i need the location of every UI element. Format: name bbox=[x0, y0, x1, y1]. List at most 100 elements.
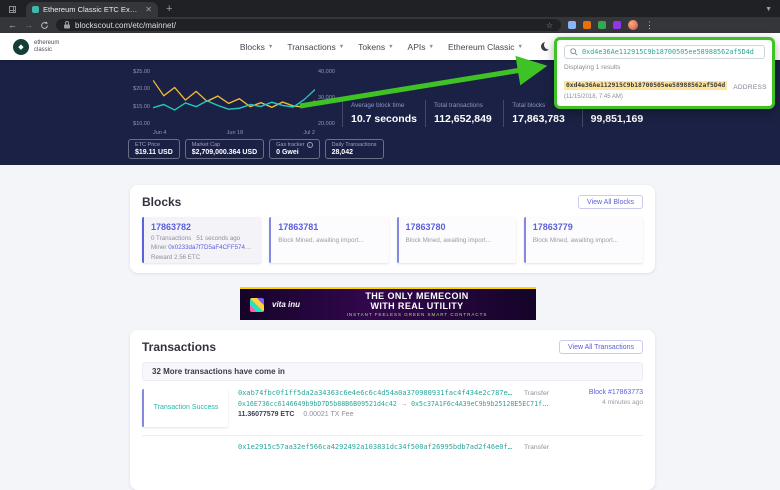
url-text: blockscout.com/etc/mainnet/ bbox=[75, 21, 176, 30]
transaction-row[interactable]: Transaction Success 0xab74fbc0f1ff5da2a3… bbox=[142, 389, 643, 427]
browser-toolbar: ← → blockscout.com/etc/mainnet/ ☆ ⋮ bbox=[0, 17, 780, 33]
dark-mode-moon-icon[interactable] bbox=[541, 42, 550, 51]
box-label-text: Gas tracker bbox=[276, 142, 304, 148]
result-address-hash[interactable]: 0xd4e36Ae112915C9b18700505ee58988562af5D… bbox=[564, 81, 727, 90]
block-tile-newest[interactable]: 17863782 0 Transactions 51 seconds ago M… bbox=[142, 217, 261, 263]
transaction-age: 4 minutes ago bbox=[602, 399, 643, 406]
brand-text[interactable]: ethereum classic bbox=[34, 40, 59, 54]
box-label: Gas tracker i bbox=[276, 142, 312, 148]
miner-label: Miner bbox=[151, 244, 166, 251]
blocks-card: Blocks View All Blocks 17863782 0 Transa… bbox=[130, 185, 655, 273]
brand-line1: ethereum bbox=[34, 40, 59, 46]
nav-label: Tokens bbox=[358, 42, 385, 52]
block-number-link[interactable]: 17863781 bbox=[278, 222, 381, 232]
block-tile[interactable]: 17863780 Block Mined, awaiting import... bbox=[397, 217, 516, 263]
transaction-details: 0xab74fbc0f1ff5da2a34363c6e4e6c6c4d54a0a… bbox=[238, 389, 549, 427]
nav-item-tokens[interactable]: Tokens ▼ bbox=[358, 42, 393, 52]
transactions-card-header: Transactions View All Transactions bbox=[142, 340, 643, 354]
box-daily-transactions: Daily Transactions 28,042 bbox=[325, 139, 384, 159]
result-type-badge: ADDRESS bbox=[733, 84, 767, 91]
block-age: 51 seconds ago bbox=[196, 235, 240, 242]
nav-item-network-selector[interactable]: Ethereum Classic ▼ bbox=[448, 42, 523, 52]
bookmark-star-icon[interactable]: ☆ bbox=[546, 21, 553, 30]
site-favicon bbox=[32, 6, 39, 13]
from-address-link[interactable]: 0x16E736cc6146649b9bD7D5b88B6B09521d4c42 bbox=[238, 400, 397, 408]
search-dropdown-panel: Displaying 1 results 0xd4e36Ae112915C9b1… bbox=[554, 37, 775, 109]
box-label: ETC Price bbox=[135, 142, 173, 148]
ad-text: THE ONLY MEMECOIN WITH REAL UTILITY INST… bbox=[308, 292, 526, 318]
axis-tick: Jul 2 bbox=[303, 130, 315, 138]
nav-item-transactions[interactable]: Transactions ▼ bbox=[287, 42, 344, 52]
stat-total-transactions: Total transactions 112,652,849 bbox=[425, 100, 503, 127]
transaction-addresses: 0x16E736cc6146649b9bD7D5b88B6B09521d4c42… bbox=[238, 400, 549, 408]
extension-icon[interactable] bbox=[598, 21, 606, 29]
chevron-down-icon: ▼ bbox=[388, 44, 393, 50]
miner-address-link[interactable]: 0x0233da7f7D5aF4CFF574C507bb... bbox=[168, 244, 254, 251]
tab-title: Ethereum Classic ETC Explorer bbox=[43, 5, 141, 14]
workspace-grid-icon[interactable] bbox=[9, 6, 16, 13]
back-icon[interactable]: ← bbox=[8, 21, 17, 30]
block-status: Block Mined, awaiting import... bbox=[278, 237, 381, 246]
box-label: Market Cap bbox=[192, 142, 257, 148]
stat-value: 99,851,169 bbox=[591, 113, 652, 125]
block-tile[interactable]: 17863779 Block Mined, awaiting import... bbox=[524, 217, 643, 263]
block-tile[interactable]: 17863781 Block Mined, awaiting import... bbox=[269, 217, 388, 263]
ethereum-classic-logo[interactable]: ◆ bbox=[13, 39, 29, 55]
transaction-hash-link[interactable]: 0xab74fbc0f1ff5da2a34363c6e4e6c6c4d54a0a… bbox=[238, 389, 516, 397]
extension-icon[interactable] bbox=[583, 21, 591, 29]
block-meta: 0 Transactions 51 seconds ago bbox=[151, 235, 254, 242]
transaction-amount-line: 11.36077579 ETC 0.00021 TX Fee bbox=[238, 411, 549, 418]
search-result-item[interactable]: 0xd4e36Ae112915C9b18700505ee58988562af5D… bbox=[564, 74, 765, 100]
blocks-card-header: Blocks View All Blocks bbox=[142, 195, 643, 209]
search-input-row bbox=[564, 45, 765, 59]
box-value: $2,709,000.364 USD bbox=[192, 149, 257, 156]
stat-value: 112,652,849 bbox=[434, 113, 495, 125]
ad-tagline: INSTANT FEELESS GREEN SMART CONTRACTS bbox=[308, 312, 526, 317]
browser-menu-icon[interactable]: ⋮ bbox=[645, 20, 654, 31]
browser-tab[interactable]: Ethereum Classic ETC Explorer ✕ bbox=[26, 2, 158, 17]
search-input[interactable] bbox=[582, 48, 759, 56]
block-number-link[interactable]: 17863779 bbox=[533, 222, 636, 232]
to-address-link[interactable]: 0x5c37A1F6c4A39eC9b9b25128E5EC71f913581d bbox=[411, 400, 549, 408]
price-transactions-line-chart bbox=[153, 68, 315, 128]
reload-icon[interactable] bbox=[40, 21, 49, 30]
address-bar[interactable]: blockscout.com/etc/mainnet/ ☆ bbox=[56, 19, 561, 31]
nav-item-blocks[interactable]: Blocks ▼ bbox=[240, 42, 274, 52]
browser-tabstrip: Ethereum Classic ETC Explorer ✕ + ▼ bbox=[0, 0, 780, 17]
transaction-block-info: Block #17863773 4 minutes ago bbox=[559, 389, 643, 427]
axis-tick: 20,000 bbox=[318, 121, 335, 127]
forward-icon[interactable]: → bbox=[24, 21, 33, 30]
ad-banner[interactable]: vita inu THE ONLY MEMECOIN WITH REAL UTI… bbox=[240, 287, 536, 320]
browser-profile-avatar[interactable] bbox=[628, 20, 638, 30]
transaction-status-badge: Transaction Success bbox=[142, 389, 228, 427]
chart-left-axis: $25.00 $20.00 $15.00 $10.00 bbox=[126, 68, 153, 128]
search-icon bbox=[570, 48, 578, 56]
ad-headline2: WITH REAL UTILITY bbox=[308, 302, 526, 312]
tab-close-icon[interactable]: ✕ bbox=[145, 5, 152, 14]
block-number-link[interactable]: 17863780 bbox=[406, 222, 509, 232]
tab-search-chevron-icon[interactable]: ▼ bbox=[765, 6, 780, 17]
extension-icon[interactable] bbox=[568, 21, 576, 29]
transactions-title: Transactions bbox=[142, 340, 216, 354]
transaction-fee: 0.00021 TX Fee bbox=[303, 411, 353, 418]
box-market-cap: Market Cap $2,709,000.364 USD bbox=[185, 139, 264, 159]
new-tab-button[interactable]: + bbox=[158, 2, 180, 17]
brand-line2: classic bbox=[34, 47, 52, 53]
puzzle-extensions-icon[interactable] bbox=[613, 21, 621, 29]
stat-value: 17,863,783 bbox=[512, 113, 573, 125]
new-transactions-notification[interactable]: 32 More transactions have come in bbox=[142, 362, 643, 381]
view-all-transactions-button[interactable]: View All Transactions bbox=[559, 340, 643, 354]
axis-tick: $15.00 bbox=[133, 104, 150, 110]
main-nav: Blocks ▼ Transactions ▼ Tokens ▼ APIs ▼ … bbox=[240, 42, 550, 52]
stat-value: 10.7 seconds bbox=[351, 113, 417, 125]
nav-item-apis[interactable]: APIs ▼ bbox=[408, 42, 434, 52]
arrow-right-icon: → bbox=[399, 401, 410, 408]
block-number-link[interactable]: 17863782 bbox=[151, 222, 254, 232]
view-all-blocks-button[interactable]: View All Blocks bbox=[578, 195, 643, 209]
chevron-down-icon: ▼ bbox=[339, 44, 344, 50]
info-icon[interactable]: i bbox=[307, 142, 313, 148]
block-link[interactable]: Block #17863773 bbox=[589, 389, 643, 396]
transaction-row[interactable]: 0x1e2915c57aa32ef566ca4292492a103831dc34… bbox=[142, 435, 643, 451]
box-value: $19.11 USD bbox=[135, 149, 173, 156]
vita-inu-dog-icon bbox=[250, 298, 264, 312]
